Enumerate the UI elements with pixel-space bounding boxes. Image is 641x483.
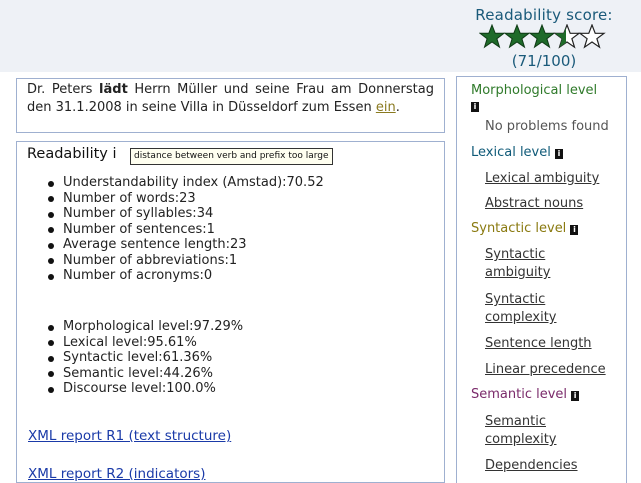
linear-precedence-link[interactable]: Linear precedence [485,361,606,379]
section-title: Morphological level [471,83,598,98]
list-item: Semantic level:44.26% [48,366,243,382]
analyzed-sentence: Dr. Peters lädt Herrn Müller und seine F… [16,78,445,133]
readability-score-panel: Readability score: (71/100) [452,2,636,72]
list-item: Understandability index (Amstad):70.52 [48,175,324,191]
readability-info-panel: Readability i distance between verb and … [16,141,445,483]
empty-star-icon [578,23,606,49]
star-icon [478,23,506,49]
star-icon [528,23,556,49]
sentence-text: Dr. Peters [27,82,100,97]
score-value: (71/100) [511,52,577,70]
list-item: Lexical level:95.61% [48,335,243,351]
list-item: Syntactic level:61.36% [48,350,243,366]
xml-report-r1-link[interactable]: XML report R1 (text structure) [28,428,231,444]
level-sidebar: Morphological level i No problems found … [456,76,627,483]
info-title: Readability i [27,146,117,162]
xml-report-r2-link[interactable]: XML report R2 (indicators) [28,466,205,482]
syntactic-complexity-link[interactable]: Syntactic complexity [485,291,595,327]
list-item: Discourse level:100.0% [48,381,243,397]
list-item: Morphological level:97.29% [48,319,243,335]
list-item: Number of sentences:1 [48,222,324,238]
statistics-list: Understandability index (Amstad):70.52 N… [48,175,324,284]
lexical-ambiguity-link[interactable]: Lexical ambiguity [485,170,599,188]
sentence-length-link[interactable]: Sentence length [485,335,592,353]
morphological-status: No problems found [485,119,609,134]
sentence-end: . [395,100,400,115]
list-item: Number of acronyms:0 [48,268,324,284]
info-icon[interactable]: i [571,391,580,401]
syntactic-ambiguity-link[interactable]: Syntactic ambiguity [485,246,595,282]
section-title: Lexical level [471,145,551,160]
info-icon[interactable]: i [570,225,579,235]
list-item: Number of abbreviations:1 [48,253,324,269]
half-star-icon [553,23,581,49]
section-title: Syntactic level [471,221,567,236]
highlighted-verb[interactable]: lädt [99,82,128,97]
score-title: Readability score: [475,6,613,24]
list-item: Average sentence length:23 [48,237,324,253]
star-rating [478,23,606,49]
star-icon [503,23,531,49]
abstract-nouns-link[interactable]: Abstract nouns [485,195,583,213]
level-scores-list: Morphological level:97.29% Lexical level… [48,319,243,397]
lexical-level-header[interactable]: Lexical level i [471,145,564,160]
syntactic-level-header[interactable]: Syntactic level i [471,221,579,236]
dependencies-link[interactable]: Dependencies [485,457,578,475]
semantic-complexity-link[interactable]: Semantic complexity [485,413,595,449]
section-title: Semantic level [471,387,568,402]
tooltip: distance between verb and prefix too lar… [130,148,333,165]
list-item: Number of words:23 [48,191,324,207]
info-icon[interactable]: i [471,102,479,112]
verb-prefix-link[interactable]: ein [376,100,396,115]
morphological-level-header[interactable]: Morphological level i [471,83,597,113]
semantic-level-header[interactable]: Semantic level i [471,387,580,402]
info-icon[interactable]: i [555,149,564,159]
list-item: Number of syllables:34 [48,206,324,222]
